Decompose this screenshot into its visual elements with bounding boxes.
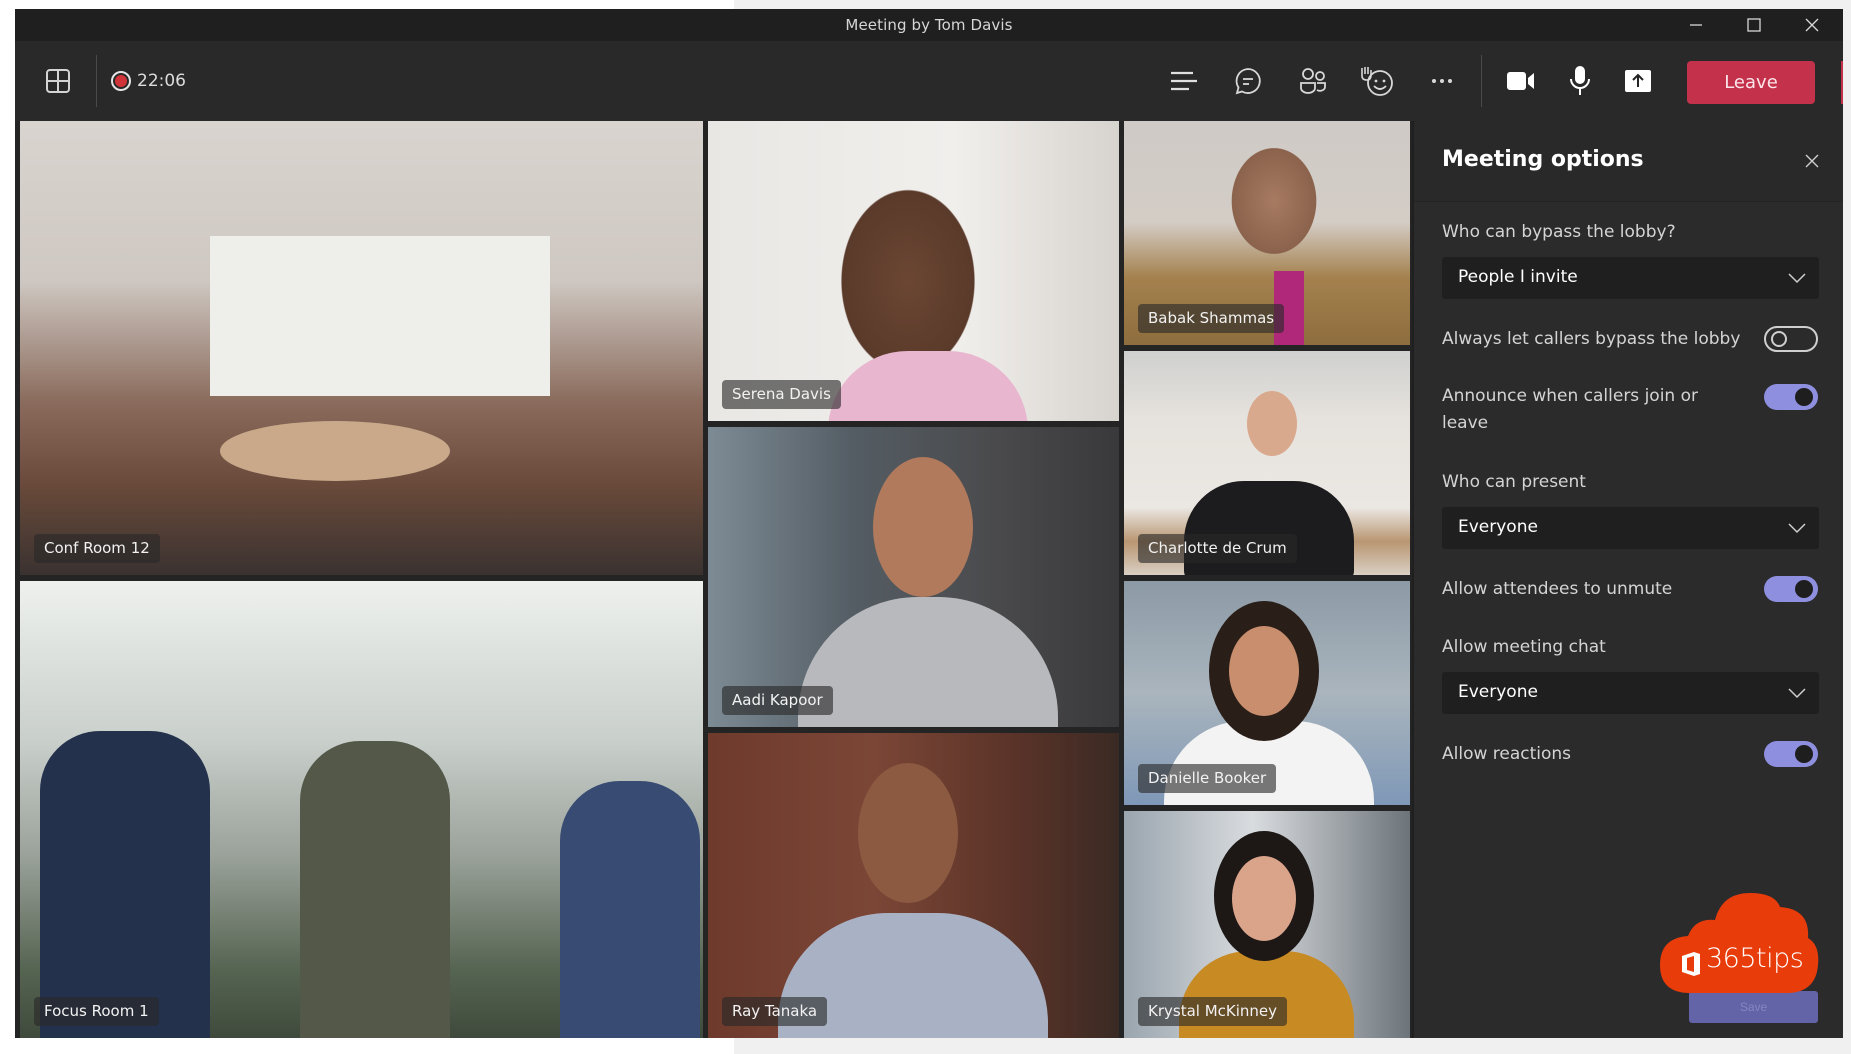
whiteboard-shape — [210, 236, 550, 396]
announce-label: Announce when callers join or leave — [1442, 386, 1698, 433]
watermark-logo: 365tips — [1660, 893, 1820, 998]
video-tile[interactable]: Aadi Kapoor — [708, 427, 1119, 727]
close-icon — [1805, 154, 1819, 168]
microphone-icon — [1570, 66, 1590, 95]
watermark-text: 365tips — [1706, 943, 1804, 974]
video-tile[interactable]: Babak Shammas — [1124, 121, 1410, 345]
reactions-button[interactable] — [1357, 61, 1397, 101]
maximize-button[interactable] — [1725, 9, 1783, 41]
share-button[interactable] — [1618, 61, 1658, 101]
minimize-button[interactable] — [1667, 9, 1725, 41]
chevron-down-icon — [1788, 688, 1806, 699]
unmute-label: Allow attendees to unmute — [1442, 579, 1673, 599]
participant-name: Serena Davis — [722, 380, 841, 409]
chat-label: Allow meeting chat — [1442, 637, 1606, 657]
close-panel-button[interactable] — [1800, 149, 1824, 173]
maximize-icon — [1747, 18, 1761, 32]
teams-meeting-window: Meeting by Tom Davis 22:06 Leave Conf Ro… — [15, 9, 1843, 1038]
announce-toggle[interactable] — [1764, 384, 1818, 410]
present-value: Everyone — [1458, 517, 1538, 537]
chat-button[interactable] — [1228, 61, 1268, 101]
meeting-toolbar: 22:06 Leave — [15, 41, 1843, 121]
menu-lines-icon — [1171, 71, 1197, 91]
raise-hand-smile-icon — [1361, 67, 1393, 96]
window-title: Meeting by Tom Davis — [845, 16, 1013, 34]
chevron-down-icon — [1788, 273, 1806, 284]
chevron-down-icon — [1788, 523, 1806, 534]
more-actions-button[interactable] — [1422, 61, 1462, 101]
leave-button[interactable]: Leave — [1687, 61, 1815, 104]
reactions-label: Allow reactions — [1442, 744, 1572, 764]
video-tile[interactable]: Serena Davis — [708, 121, 1119, 421]
unmute-toggle[interactable] — [1764, 576, 1818, 602]
callers-bypass-label: Always let callers bypass the lobby — [1442, 329, 1741, 349]
video-tile[interactable]: Focus Room 1 — [20, 581, 703, 1038]
people-icon — [1300, 68, 1326, 94]
chat-dropdown[interactable]: Everyone — [1442, 672, 1819, 714]
video-tile[interactable]: Conf Room 12 — [20, 121, 703, 575]
participant-name: Danielle Booker — [1138, 764, 1277, 793]
toggle-knob — [1795, 580, 1813, 598]
share-screen-icon — [1625, 70, 1651, 92]
chat-value: Everyone — [1458, 682, 1538, 702]
video-tile[interactable]: Ray Tanaka — [708, 733, 1119, 1038]
meeting-timer: 22:06 — [137, 71, 186, 91]
title-bar: Meeting by Tom Davis — [15, 9, 1843, 41]
table-shape — [220, 421, 450, 481]
participant-name: Aadi Kapoor — [722, 686, 833, 715]
toggle-knob — [1795, 388, 1813, 406]
face-shape — [1229, 626, 1299, 716]
video-tile[interactable]: Krystal McKinney — [1124, 811, 1410, 1038]
participant-name: Babak Shammas — [1138, 304, 1285, 333]
meeting-details-button[interactable] — [1164, 61, 1204, 101]
person-shape — [300, 741, 450, 1038]
face-shape — [1232, 856, 1296, 941]
toggle-knob — [1795, 745, 1813, 763]
more-ellipsis-icon — [1432, 79, 1452, 83]
present-dropdown[interactable]: Everyone — [1442, 507, 1819, 549]
close-icon — [1805, 18, 1819, 32]
close-window-button[interactable] — [1783, 9, 1841, 41]
face-shape — [873, 457, 973, 597]
toolbar-divider-media — [1481, 55, 1482, 107]
video-grid: Conf Room 12 Serena Davis Babak Shammas … — [15, 121, 1410, 1038]
participant-name: Krystal McKinney — [1138, 997, 1288, 1026]
layout-button[interactable] — [38, 61, 78, 101]
reactions-toggle[interactable] — [1764, 741, 1818, 767]
video-camera-icon — [1507, 72, 1534, 90]
lobby-label: Who can bypass the lobby? — [1442, 222, 1676, 242]
video-tile[interactable]: Charlotte de Crum — [1124, 351, 1410, 575]
person-shape — [40, 731, 210, 1038]
record-icon — [111, 71, 131, 91]
participant-name: Charlotte de Crum — [1138, 534, 1297, 563]
participant-name: Focus Room 1 — [34, 997, 159, 1026]
toolbar-divider — [96, 55, 97, 107]
video-tile[interactable]: Danielle Booker — [1124, 581, 1410, 805]
participant-name: Conf Room 12 — [34, 534, 160, 563]
present-label: Who can present — [1442, 472, 1586, 492]
camera-button[interactable] — [1501, 61, 1541, 101]
face-shape — [858, 763, 958, 903]
callers-bypass-toggle[interactable] — [1764, 326, 1818, 352]
person-shape — [560, 781, 700, 1038]
participants-button[interactable] — [1293, 61, 1333, 101]
face-shape — [1247, 391, 1297, 456]
lobby-value: People I invite — [1458, 267, 1578, 287]
chat-bubble-icon — [1235, 68, 1261, 95]
microphone-button[interactable] — [1560, 61, 1600, 101]
participant-name: Ray Tanaka — [722, 997, 828, 1026]
grid-layout-icon — [46, 69, 70, 93]
recording-indicator: 22:06 — [111, 68, 186, 94]
minimize-icon — [1690, 24, 1702, 26]
toggle-knob — [1771, 331, 1787, 347]
panel-title: Meeting options — [1442, 147, 1644, 172]
leave-dropdown-edge[interactable] — [1841, 61, 1843, 104]
office-logo-icon — [1682, 952, 1700, 976]
panel-header: Meeting options — [1414, 121, 1843, 202]
lobby-dropdown[interactable]: People I invite — [1442, 257, 1819, 299]
